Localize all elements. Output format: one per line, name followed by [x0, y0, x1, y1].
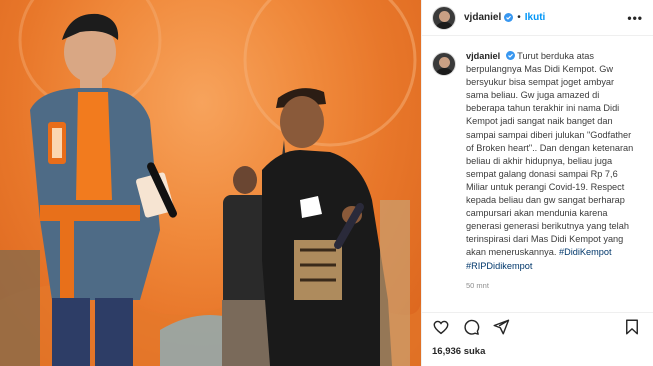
post-header: vjdaniel • Ikuti •••	[422, 0, 653, 36]
verified-badge-icon	[504, 13, 514, 22]
action-bar	[422, 312, 653, 340]
caption-text-block: vjdaniel Turut berduka atas berpulangnya…	[466, 50, 636, 292]
header-separator: •	[517, 12, 521, 23]
post-photo[interactable]	[0, 0, 421, 366]
heart-icon[interactable]	[432, 318, 450, 336]
bookmark-icon[interactable]	[623, 318, 641, 336]
caption-avatar[interactable]	[432, 52, 456, 76]
caption-block: vjdaniel Turut berduka atas berpulangnya…	[432, 50, 643, 292]
comment-icon[interactable]	[462, 318, 480, 336]
caption-username[interactable]: vjdaniel	[466, 51, 500, 61]
author-username[interactable]: vjdaniel	[464, 12, 501, 23]
verified-badge-icon	[505, 51, 515, 60]
caption-text: Turut berduka atas berpulangnya Mas Didi…	[466, 51, 634, 258]
stage-photo-illustration	[0, 0, 421, 366]
post-timestamp[interactable]: 50 mnt	[466, 279, 636, 292]
follow-button[interactable]: Ikuti	[525, 12, 546, 23]
share-icon[interactable]	[492, 318, 510, 336]
likes-count[interactable]: 16,936 suka	[432, 346, 485, 357]
author-avatar[interactable]	[432, 5, 456, 30]
more-options-icon[interactable]: •••	[627, 11, 643, 25]
post-sidebar: vjdaniel • Ikuti ••• vjdaniel Turut berd…	[421, 0, 653, 366]
